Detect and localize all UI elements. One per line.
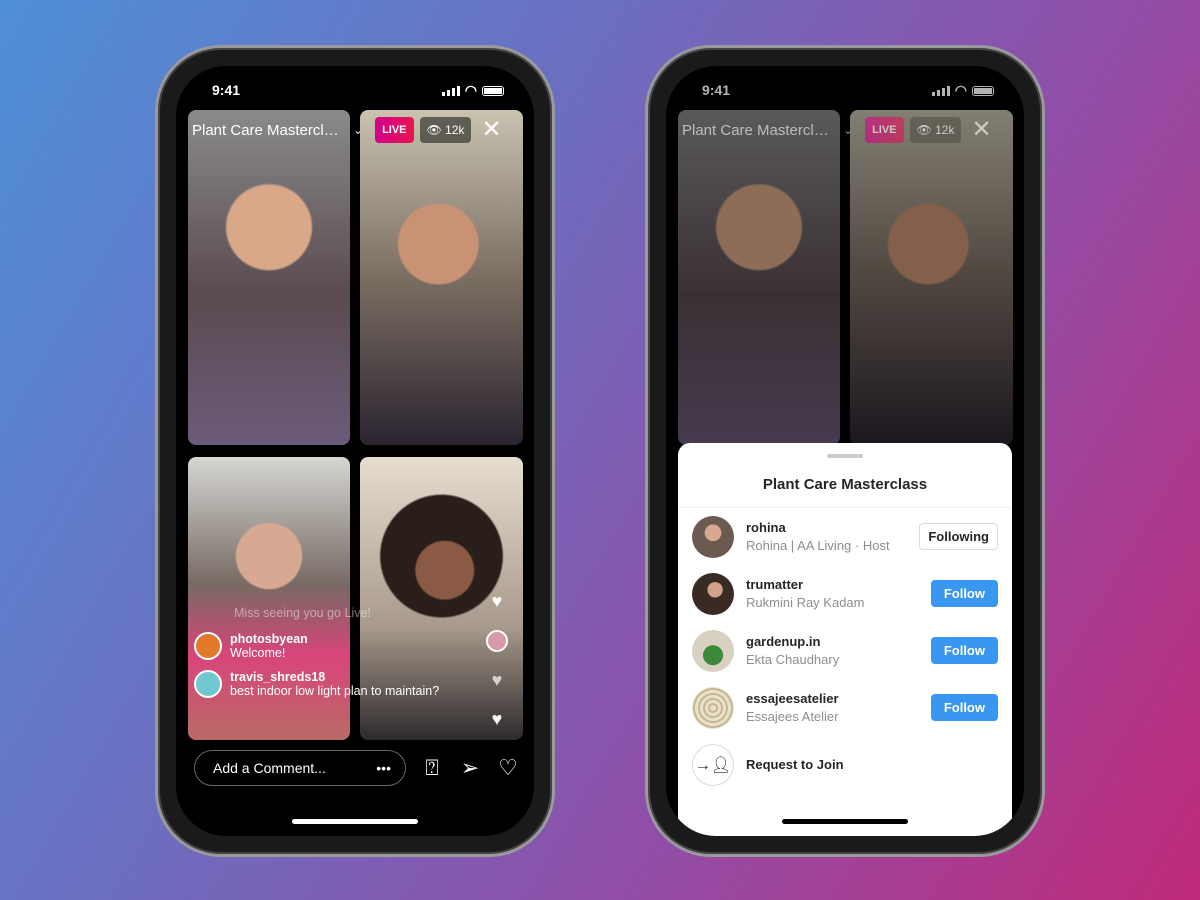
phone-live-view: 9:41 ◠ Plant Care Masterclass ⌄ LIVE 👁︎ … bbox=[155, 45, 555, 857]
close-icon: ✕ bbox=[971, 116, 992, 143]
heart-icon: ♥ bbox=[491, 670, 503, 690]
home-indicator bbox=[292, 819, 418, 824]
participant-row[interactable]: essajeesatelier Essajees Atelier Follow bbox=[678, 679, 1012, 736]
comment-user: photosbyean bbox=[230, 632, 308, 646]
comment: travis_shreds18 best indoor low light pla… bbox=[194, 670, 494, 698]
comment-user: travis_shreds18 bbox=[230, 670, 326, 684]
phone-participants-sheet: 9:41 ◠ Plant Care Masterclass ⌄ LIVE 👁︎ … bbox=[645, 45, 1045, 857]
comment-text: Welcome! bbox=[230, 646, 286, 660]
participants-sheet: Plant Care Masterclass rohina Rohina | AA… bbox=[678, 443, 1012, 836]
live-header: Plant Care Masterclass ⌄ LIVE 👁︎ 12k ✕ bbox=[192, 110, 522, 150]
username[interactable]: trumatter bbox=[746, 577, 931, 592]
chevron-down-icon: ⌄ bbox=[843, 123, 854, 137]
avatar bbox=[692, 572, 734, 615]
home-indicator bbox=[782, 819, 908, 824]
eye-icon: 👁︎ bbox=[426, 123, 446, 137]
send-icon[interactable]: ➢ bbox=[458, 755, 482, 781]
follow-button[interactable]: Follow bbox=[930, 580, 998, 607]
request-to-join-label[interactable]: Request to Join bbox=[746, 757, 844, 772]
clock: 9:41 bbox=[212, 82, 241, 98]
participant-row[interactable]: rohina Rohina | AA Living · Host Following bbox=[678, 508, 1012, 565]
more-icon[interactable]: ••• bbox=[376, 760, 391, 776]
floating-hearts: ♥ ♥ ♥ bbox=[486, 591, 508, 730]
request-join-icon: →👤︎ bbox=[692, 743, 734, 786]
display-name: Essajees Atelier bbox=[746, 709, 839, 724]
following-button[interactable]: Following bbox=[919, 523, 998, 550]
comments-feed: Miss seeing you go Live! photosbyean Welc… bbox=[194, 606, 494, 708]
bottom-bar: Add a Comment... ••• ⍰ ➢ ♡ bbox=[194, 750, 520, 786]
eye-icon: 👁︎ bbox=[916, 123, 936, 137]
status-bar: 9:41 ◠ bbox=[702, 82, 994, 99]
signal-icon bbox=[441, 85, 460, 96]
live-badge: LIVE bbox=[865, 117, 904, 143]
video-tile-host bbox=[188, 110, 350, 445]
username[interactable]: essajeesatelier bbox=[746, 691, 931, 706]
avatar bbox=[486, 630, 508, 652]
video-tile-guest-1 bbox=[360, 110, 523, 445]
heart-icon[interactable]: ♡ bbox=[496, 755, 520, 781]
follow-button[interactable]: Follow bbox=[930, 637, 998, 664]
avatar bbox=[692, 515, 734, 558]
participant-row[interactable]: trumatter Rukmini Ray Kadam Follow bbox=[678, 565, 1012, 622]
screen: 9:41 ◠ Plant Care Masterclass ⌄ LIVE 👁︎ … bbox=[176, 66, 534, 836]
screen: 9:41 ◠ Plant Care Masterclass ⌄ LIVE 👁︎ … bbox=[666, 66, 1024, 836]
battery-icon bbox=[972, 85, 994, 96]
signal-icon bbox=[931, 85, 950, 96]
username[interactable]: rohina bbox=[746, 520, 919, 535]
request-to-join[interactable]: →👤︎ Request to Join bbox=[678, 736, 1012, 793]
live-title[interactable]: Plant Care Masterclass bbox=[192, 122, 347, 139]
display-name: Rukmini Ray Kadam bbox=[746, 595, 865, 610]
question-icon[interactable]: ⍰ bbox=[420, 755, 444, 781]
wifi-icon: ◠ bbox=[464, 82, 477, 98]
avatar bbox=[194, 670, 222, 698]
avatar bbox=[692, 629, 734, 672]
username[interactable]: gardenup.in bbox=[746, 634, 931, 649]
display-name: Ekta Chaudhary bbox=[746, 652, 840, 667]
comment-input[interactable]: Add a Comment... ••• bbox=[194, 750, 406, 786]
heart-icon: ♥ bbox=[491, 709, 503, 729]
display-name: Rohina | AA Living · Host bbox=[746, 538, 890, 553]
wifi-icon: ◠ bbox=[954, 82, 967, 98]
comment-faded: Miss seeing you go Live! bbox=[234, 606, 371, 620]
heart-icon: ♥ bbox=[491, 591, 503, 611]
live-badge: LIVE bbox=[375, 117, 414, 143]
close-icon[interactable]: ✕ bbox=[481, 118, 501, 142]
chevron-down-icon[interactable]: ⌄ bbox=[353, 123, 363, 137]
battery-icon bbox=[482, 85, 504, 96]
comment-text: best indoor low light plan to maintain? bbox=[230, 684, 440, 698]
status-bar: 9:41 ◠ bbox=[212, 82, 504, 99]
viewer-count[interactable]: 👁︎ 12k bbox=[419, 117, 472, 143]
avatar bbox=[194, 632, 222, 660]
follow-button[interactable]: Follow bbox=[930, 694, 998, 721]
clock: 9:41 bbox=[702, 82, 731, 98]
participant-row[interactable]: gardenup.in Ekta Chaudhary Follow bbox=[678, 622, 1012, 679]
live-header: Plant Care Masterclass ⌄ LIVE 👁︎ 12k ✕ bbox=[682, 110, 1012, 150]
comment: photosbyean Welcome! bbox=[194, 632, 494, 660]
sheet-title: Plant Care Masterclass bbox=[678, 458, 1012, 508]
live-title: Plant Care Masterclass bbox=[682, 121, 837, 139]
avatar bbox=[692, 686, 734, 729]
viewer-count: 👁︎ 12k bbox=[909, 117, 962, 143]
